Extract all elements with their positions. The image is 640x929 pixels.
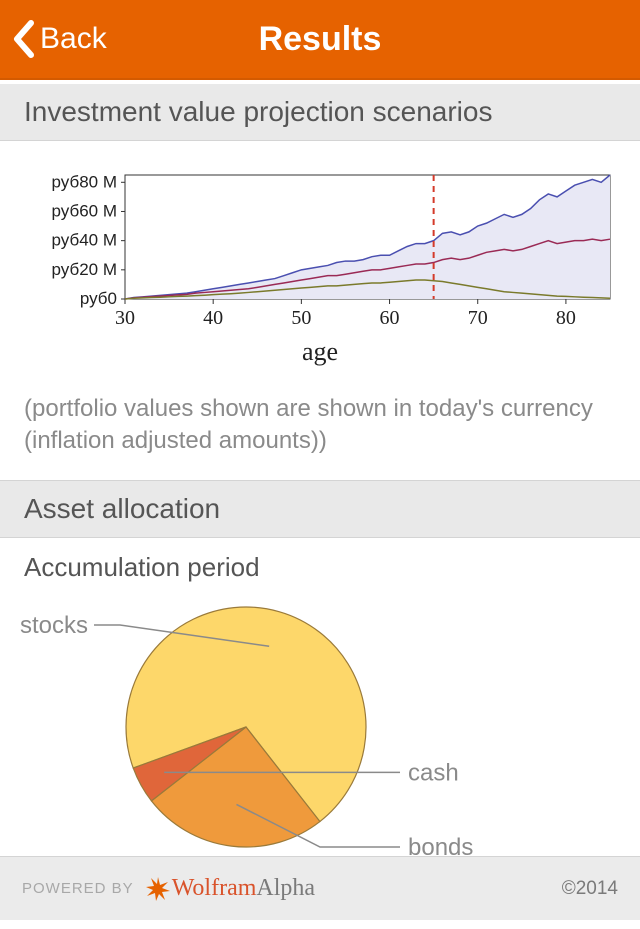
svg-text:руб0: руб0 [80, 289, 117, 308]
brand-wolfram: Wolfram [172, 875, 257, 901]
subhead-accum: Accumulation period [0, 538, 640, 593]
svg-text:60: 60 [380, 307, 400, 329]
svg-text:70: 70 [468, 307, 488, 329]
powered-by-label: POWERED BY [22, 880, 134, 897]
svg-text:stocks: stocks [20, 612, 88, 639]
svg-text:cash: cash [408, 759, 459, 786]
svg-text:30: 30 [115, 307, 135, 329]
chart-footnote: (portfolio values shown are shown in tod… [0, 381, 640, 480]
svg-text:50: 50 [291, 307, 311, 329]
chevron-left-icon [10, 19, 36, 59]
back-button[interactable]: Back [10, 19, 107, 59]
wolfram-alpha-logo: WolframAlpha [144, 875, 315, 903]
svg-text:руб80 M: руб80 M [52, 172, 118, 191]
svg-text:40: 40 [203, 307, 223, 329]
projection-chart: руб0 руб20 M руб40 M руб60 M руб80 M 30 40 50 60… [0, 141, 640, 381]
footer-bar: POWERED BY WolframAlpha ©2014 [0, 856, 640, 920]
pie-chart-svg: stocksbondscash [0, 593, 640, 873]
header-bar: Back Results [0, 0, 640, 80]
svg-text:руб60 M: руб60 M [52, 201, 118, 220]
svg-text:80: 80 [556, 307, 576, 329]
svg-text:руб20 M: руб20 M [52, 260, 118, 279]
back-label: Back [40, 22, 107, 56]
spikey-icon [144, 875, 172, 903]
section-allocation: Asset allocation [0, 480, 640, 538]
chart-xlabel: age [20, 337, 620, 367]
section-projection: Investment value projection scenarios [0, 84, 640, 141]
page-title: Results [259, 20, 382, 59]
svg-text:руб40 M: руб40 M [52, 231, 118, 250]
brand-alpha: Alpha [256, 875, 315, 901]
line-chart-svg: руб0 руб20 M руб40 M руб60 M руб80 M 30 40 50 60… [25, 169, 615, 329]
copyright: ©2014 [562, 878, 618, 900]
pie-chart: stocksbondscash [0, 593, 640, 873]
